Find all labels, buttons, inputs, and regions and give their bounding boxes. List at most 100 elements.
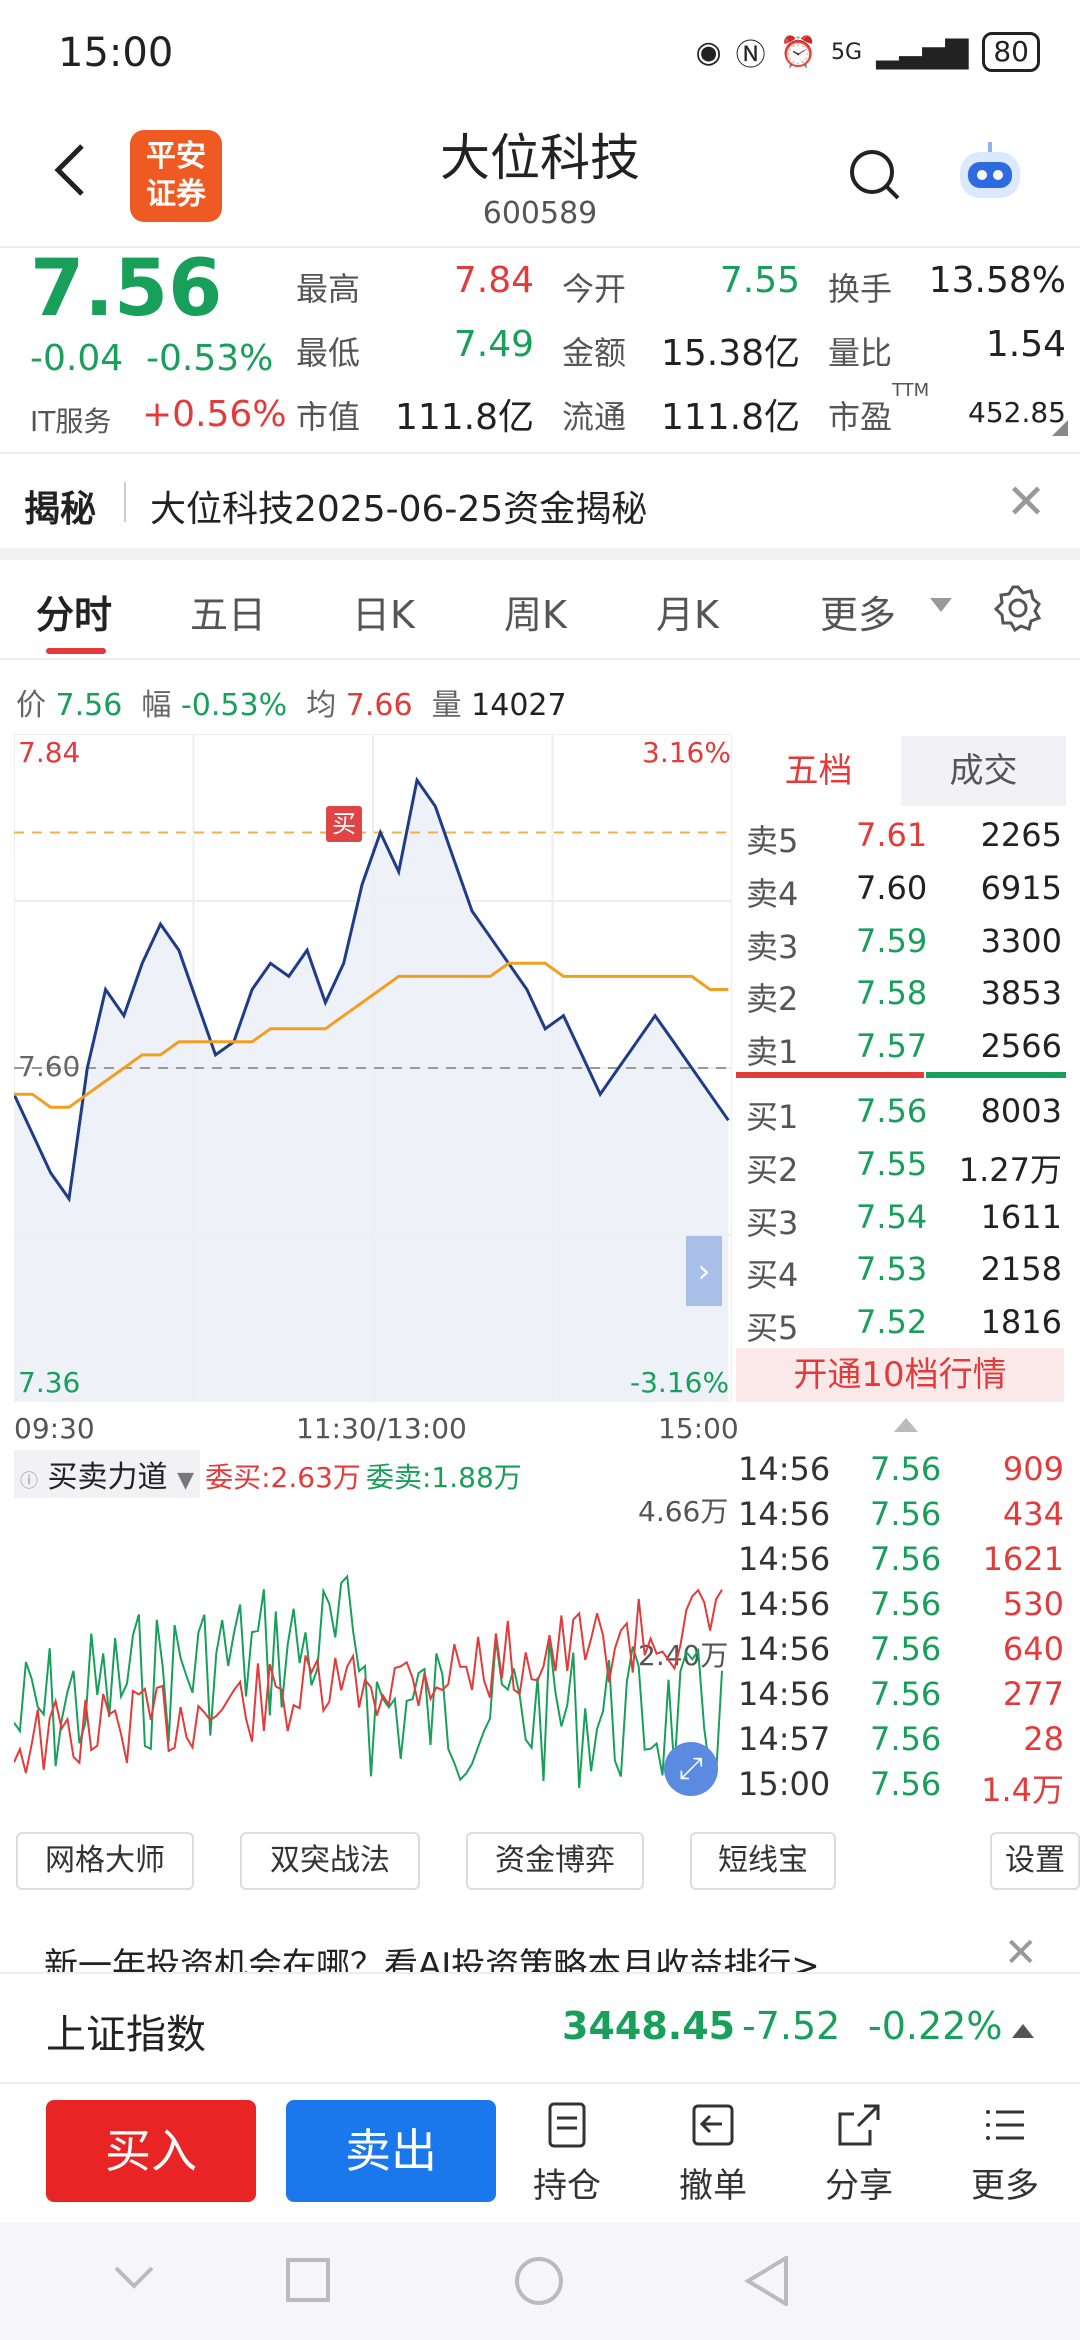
bid-row[interactable]: 买4 7.53 2158: [746, 1242, 1066, 1294]
tick-row: 14:56 7.56 640: [738, 1626, 1064, 1671]
tab-more[interactable]: 更多: [820, 584, 896, 639]
nav-cancel-order[interactable]: 撤单: [658, 2100, 768, 2207]
level-volume: 1816: [980, 1303, 1062, 1342]
industry-change[interactable]: +0.56%: [142, 394, 287, 435]
stat-value: 7.49: [453, 324, 534, 365]
tick-row: 14:57 7.56 28: [738, 1716, 1064, 1761]
tick-volume: 909: [1002, 1450, 1064, 1488]
tick-row: 14:56 7.56 909: [738, 1446, 1064, 1491]
price-change-pct: -0.53%: [146, 338, 274, 379]
bid-row[interactable]: 买5 7.52 1816: [746, 1295, 1066, 1347]
ai-robot-icon[interactable]: [952, 140, 1028, 210]
y-label-mid: 7.60: [18, 1050, 81, 1083]
tick-row: 14:56 7.56 1621: [738, 1536, 1064, 1581]
tick-volume: 640: [1002, 1630, 1064, 1668]
index-bar[interactable]: 上证指数 3448.45 -7.52 -0.22%: [0, 1972, 1080, 2082]
gear-icon[interactable]: [994, 584, 1042, 632]
buy-button[interactable]: 买入: [46, 2100, 256, 2202]
settings-button[interactable]: 设置: [990, 1832, 1080, 1890]
bid-row[interactable]: 买2 7.55 1.27万: [746, 1137, 1066, 1189]
status-time: 15:00: [58, 30, 174, 76]
tab-5day[interactable]: 五日: [190, 584, 266, 639]
level-label: 卖4: [746, 874, 799, 913]
fullscreen-icon[interactable]: ⤢: [664, 1742, 718, 1796]
level-volume: 2158: [980, 1250, 1062, 1289]
level-price: 7.60: [856, 868, 928, 907]
tool-short-term[interactable]: 短线宝: [690, 1832, 836, 1890]
indicator-select[interactable]: ⓘ 买卖力道 ▼: [14, 1450, 201, 1498]
promo-close-icon[interactable]: ✕: [1004, 1930, 1038, 1976]
price-change: -0.04: [30, 338, 124, 379]
tool-fund-game[interactable]: 资金博弈: [466, 1832, 644, 1890]
sell-button[interactable]: 卖出: [286, 2100, 496, 2202]
ask-row[interactable]: 卖3 7.59 3300: [746, 914, 1066, 966]
bid-row[interactable]: 买3 7.54 1611: [746, 1190, 1066, 1242]
ask-row[interactable]: 卖1 7.57 2566: [746, 1019, 1066, 1071]
tick-price: 7.56: [870, 1720, 942, 1758]
level-volume: 1.27万: [958, 1150, 1062, 1189]
y-label-bottom: 7.36: [18, 1366, 81, 1399]
buysell-force-chart[interactable]: [14, 1494, 732, 1810]
tab-weekly-k[interactable]: 周K: [504, 584, 567, 639]
intraday-chart-plot[interactable]: [14, 734, 732, 1402]
nav-back-icon[interactable]: [744, 2256, 790, 2306]
level-label: 卖1: [746, 1033, 799, 1072]
tab-level5[interactable]: 五档: [736, 736, 901, 806]
tool-double-breakout[interactable]: 双突战法: [240, 1832, 420, 1890]
search-icon[interactable]: [848, 148, 902, 202]
tick-price: 7.56: [870, 1585, 942, 1623]
reveal-text[interactable]: 大位科技2025-06-25资金揭秘: [150, 480, 647, 532]
industry-name[interactable]: IT服务: [30, 400, 111, 440]
open-level10-button[interactable]: 开通10档行情: [736, 1348, 1064, 1402]
tick-row: 14:56 7.56 434: [738, 1491, 1064, 1536]
ask-row[interactable]: 卖2 7.58 3853: [746, 966, 1066, 1018]
level-label: 买3: [746, 1203, 799, 1242]
ask-volume-label: 委卖:1.88万: [365, 1461, 522, 1494]
tab-trades[interactable]: 成交: [901, 736, 1066, 806]
nav-share[interactable]: 分享: [804, 2100, 914, 2207]
chevron-up-icon[interactable]: [894, 1418, 918, 1432]
tab-intraday[interactable]: 分时: [36, 584, 112, 639]
corner-triangle-icon: [1052, 420, 1068, 436]
level-label: 买2: [746, 1150, 799, 1189]
nav-home-icon[interactable]: [514, 2256, 564, 2306]
tick-time: 14:56: [738, 1675, 831, 1713]
nav-recents-icon[interactable]: [286, 2258, 330, 2302]
bid-ask-divider-red: [736, 1072, 924, 1078]
stat-value: 7.55: [719, 260, 800, 301]
tab-daily-k[interactable]: 日K: [352, 584, 415, 639]
chevron-up-icon[interactable]: [1012, 2024, 1034, 2038]
divider: [0, 658, 1080, 660]
stat-value: 13.58%: [928, 260, 1066, 301]
bid-row[interactable]: 买1 7.56 8003: [746, 1084, 1066, 1136]
index-change: -7.52: [742, 2004, 841, 2048]
current-price: 7.56: [30, 244, 223, 334]
level-price: 7.56: [856, 1092, 928, 1130]
undo-icon: [692, 2104, 734, 2146]
fund-reveal-bar[interactable]: 揭秘 大位科技2025-06-25资金揭秘 ✕: [0, 452, 1080, 548]
tick-price: 7.56: [870, 1540, 942, 1578]
tick-row: 15:00 7.56 1.4万: [738, 1761, 1064, 1809]
tick-volume: 1.4万: [981, 1771, 1064, 1809]
system-nav-bar: [0, 2222, 1080, 2340]
level-volume: 2265: [980, 816, 1062, 854]
tick-price: 7.56: [870, 1495, 942, 1533]
stat-value: 1.54: [985, 324, 1066, 365]
close-icon[interactable]: ✕: [1006, 474, 1046, 530]
tab-monthly-k[interactable]: 月K: [656, 584, 719, 639]
nav-more[interactable]: 更多: [950, 2100, 1060, 2207]
tool-grid-master[interactable]: 网格大师: [16, 1832, 194, 1890]
nav-down-icon[interactable]: [114, 2266, 154, 2290]
info-icon: ⓘ: [20, 1471, 38, 1492]
ask-row[interactable]: 卖5 7.61 2265: [746, 808, 1066, 860]
tick-price: 7.56: [870, 1630, 942, 1668]
tick-volume: 28: [1023, 1720, 1064, 1758]
buy-signal-marker[interactable]: 买: [326, 806, 362, 842]
stat-value: 111.8亿: [394, 397, 534, 438]
chevron-right-icon[interactable]: ›: [686, 1236, 722, 1306]
nav-positions[interactable]: 持仓: [512, 2100, 622, 2207]
alarm-icon: ⏰: [779, 34, 818, 70]
ask-row[interactable]: 卖4 7.60 6915: [746, 861, 1066, 913]
chevron-down-icon[interactable]: [930, 598, 952, 614]
section-band: [0, 548, 1080, 560]
